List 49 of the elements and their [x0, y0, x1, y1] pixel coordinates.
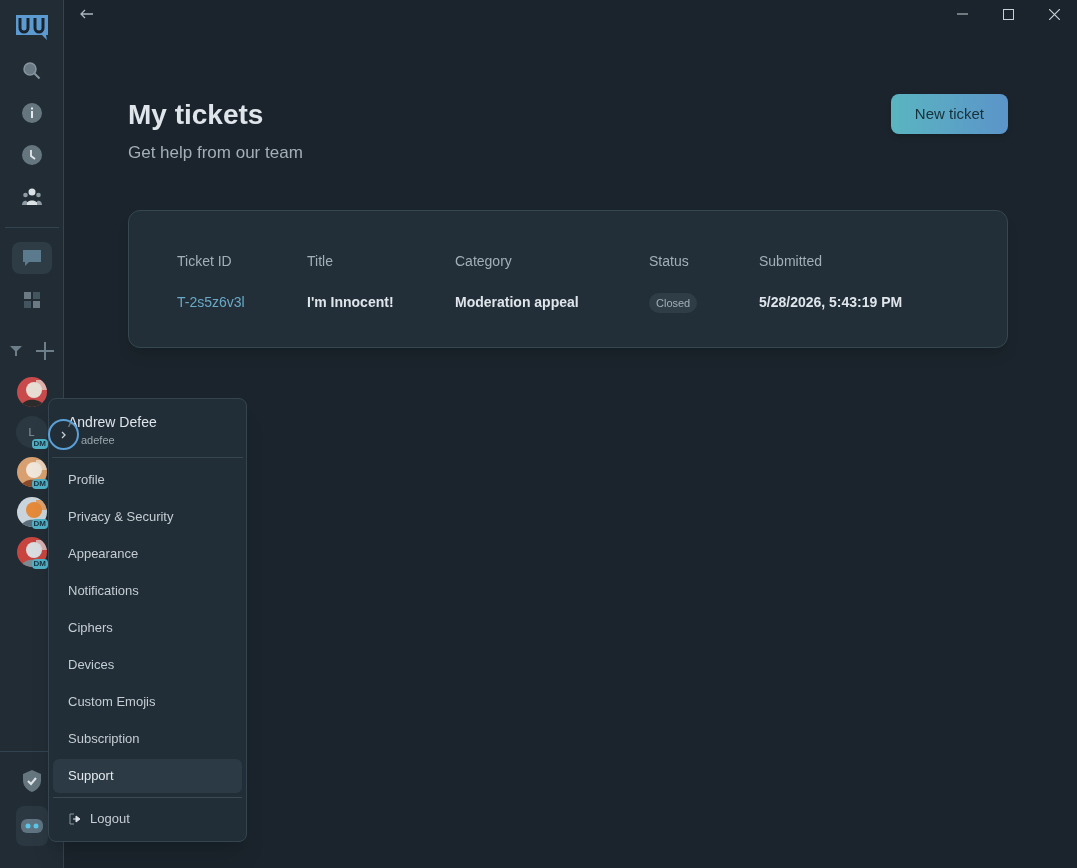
table-cell: Moderation appeal	[455, 293, 579, 310]
chat-nav-button[interactable]	[11, 242, 52, 274]
grid-icon	[21, 290, 42, 310]
logout-icon	[69, 813, 82, 825]
dm-badge: DM	[31, 559, 48, 569]
user-name: Andrew Defee	[68, 414, 158, 431]
column-header: Category	[455, 252, 512, 269]
shield-check-icon[interactable]	[21, 770, 42, 792]
minimize-icon[interactable]	[956, 13, 968, 15]
column-header: Status	[649, 252, 689, 269]
app-logo[interactable]	[15, 15, 48, 41]
table-cell: 5/28/2026, 5:43:19 PM	[759, 293, 903, 310]
menu-item[interactable]: Devices	[53, 648, 242, 682]
page-title: My tickets	[128, 98, 265, 132]
dm-badge: DM	[31, 439, 48, 449]
close-icon[interactable]	[1048, 8, 1060, 20]
chat-icon	[21, 248, 42, 268]
back-arrow-icon[interactable]	[80, 9, 94, 19]
user-handle: adefee	[80, 433, 116, 447]
robot-face-icon	[20, 819, 43, 833]
info-icon	[21, 103, 42, 123]
page-subtitle: Get help from our team	[128, 142, 303, 164]
column-header: Ticket ID	[177, 252, 232, 269]
table-cell: I'm Innocent!	[307, 293, 394, 310]
dm-badge: DM	[31, 519, 48, 529]
search-icon	[21, 61, 42, 81]
dm-badge: DM	[31, 479, 48, 489]
ticket-id-link[interactable]: T-2s5z6v3l	[177, 293, 245, 310]
avatar-letter: L	[28, 424, 35, 440]
plus-icon[interactable]	[35, 342, 54, 360]
logout-menu-item[interactable]: Logout	[53, 807, 130, 831]
status-badge: Closed	[649, 292, 698, 313]
menu-item[interactable]: Privacy & Security	[53, 500, 242, 534]
menu-item[interactable]: Profile	[53, 463, 242, 497]
maximize-icon[interactable]	[1002, 8, 1014, 20]
menu-item[interactable]: Custom Emojis	[53, 685, 242, 719]
menu-item[interactable]: Ciphers	[53, 611, 242, 645]
new-ticket-button[interactable]: New ticket	[890, 94, 1008, 134]
robot-avatar-button[interactable]	[15, 806, 48, 846]
people-icon	[21, 187, 42, 207]
menu-item[interactable]: Subscription	[53, 722, 242, 756]
column-header: Title	[307, 252, 333, 269]
filter-icon[interactable]	[9, 346, 22, 356]
menu-item[interactable]: Support	[53, 759, 242, 793]
clock-icon	[21, 145, 42, 165]
column-header: Submitted	[759, 252, 823, 269]
menu-item[interactable]: Appearance	[53, 537, 242, 571]
chevron-right-icon	[61, 430, 66, 439]
menu-item[interactable]: Notifications	[53, 574, 242, 608]
